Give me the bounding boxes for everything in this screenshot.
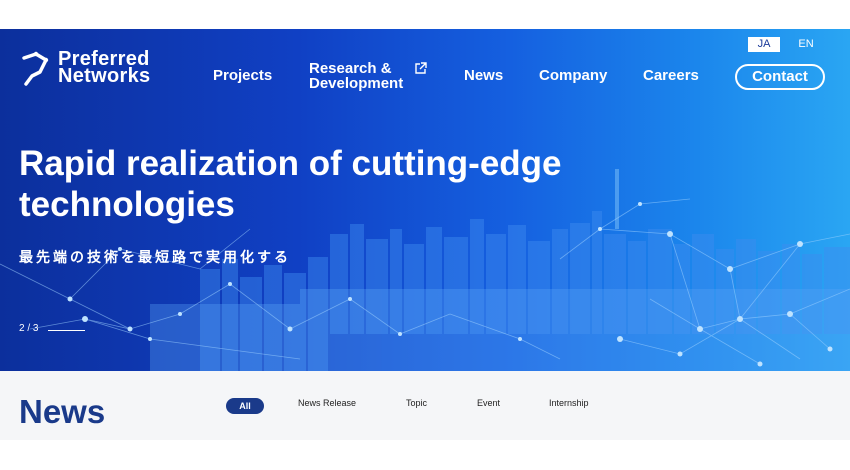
nav-news[interactable]: News	[464, 67, 503, 84]
external-link-icon[interactable]	[414, 62, 427, 75]
contact-button[interactable]: Contact	[735, 64, 825, 90]
pfn-logo-icon	[22, 51, 49, 86]
filter-news-release[interactable]: News Release	[298, 398, 356, 408]
hero-headline: Rapid realization of cutting-edge techno…	[19, 143, 659, 225]
nav-research-development[interactable]: Research & Development	[309, 61, 403, 91]
filter-all[interactable]: All	[226, 398, 264, 414]
nav-careers[interactable]: Careers	[643, 67, 699, 84]
hero-headline-line2: technologies	[19, 185, 235, 224]
nav-company[interactable]: Company	[539, 67, 607, 84]
news-section: News All News Release Topic Event Intern…	[0, 371, 850, 440]
news-heading: News	[19, 393, 106, 430]
nav-research-line1: Research &	[309, 60, 392, 77]
filter-topic[interactable]: Topic	[406, 398, 427, 408]
nav-research-line2: Development	[309, 75, 404, 92]
nav-projects[interactable]: Projects	[213, 67, 272, 84]
filter-internship[interactable]: Internship	[549, 398, 589, 408]
bottom-whitespace	[0, 440, 850, 470]
top-whitespace	[0, 0, 850, 29]
slide-progress-line	[48, 330, 85, 331]
filter-event[interactable]: Event	[477, 398, 500, 408]
lang-en-button[interactable]: EN	[792, 37, 820, 52]
pfn-logo[interactable]: Preferred Networks	[18, 49, 151, 87]
logo-wordmark: Preferred Networks	[58, 49, 151, 87]
hero-subheadline: 最先端の技術を最短路で実用化する	[19, 249, 291, 265]
slide-counter: 2 / 3	[19, 323, 39, 334]
lang-ja-button[interactable]: JA	[748, 37, 780, 52]
hero-headline-line1: Rapid realization of cutting-edge	[19, 144, 562, 183]
logo-line2: Networks	[58, 65, 151, 87]
hero-banner: Preferred Networks Projects Research & D…	[0, 29, 850, 371]
